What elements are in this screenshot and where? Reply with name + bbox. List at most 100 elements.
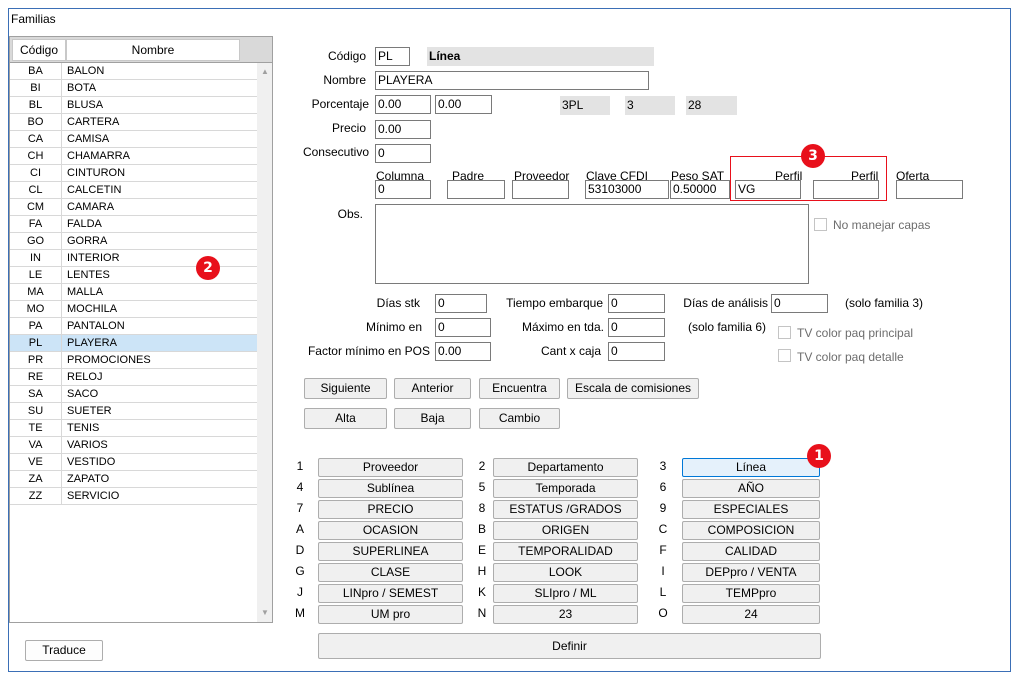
family-button[interactable]: ESPECIALES [682,500,820,519]
clave-cfdi-field[interactable]: 53103000 [585,180,669,199]
family-button[interactable]: ESTATUS /GRADOS [493,500,638,519]
table-row[interactable]: LE LENTES [10,267,257,284]
grid-header: Código Nombre [10,37,272,63]
row-name: BOTA [67,82,97,94]
table-row[interactable]: ZA ZAPATO [10,471,257,488]
family-button[interactable]: SLIpro / ML [493,584,638,603]
row-name: PANTALON [67,320,125,332]
baja-button[interactable]: Baja [394,408,471,429]
table-row[interactable]: BA BALON [10,63,257,80]
grid-scrollbar[interactable]: ▲ ▼ [257,63,272,622]
table-row[interactable]: MA MALLA [10,284,257,301]
tv-color-principal-label: TV color paq principal [797,326,914,340]
tv-color-detalle-checkbox[interactable] [778,349,791,362]
family-button[interactable]: COMPOSICION [682,521,820,540]
porcentaje-field-2[interactable]: 0.00 [435,95,492,114]
porcentaje-field-1[interactable]: 0.00 [375,95,431,114]
row-code: GO [10,233,62,250]
table-row[interactable]: VE VESTIDO [10,454,257,471]
family-button[interactable]: 23 [493,605,638,624]
table-row[interactable]: IN INTERIOR [10,250,257,267]
table-row[interactable]: PR PROMOCIONES [10,352,257,369]
table-row[interactable]: TE TENIS [10,420,257,437]
precio-field[interactable]: 0.00 [375,120,431,139]
oferta-field[interactable] [896,180,963,199]
no-manejar-capas-checkbox[interactable] [814,218,827,231]
table-row[interactable]: SA SACO [10,386,257,403]
table-row[interactable]: BO CARTERA [10,114,257,131]
consecutivo-label: Consecutivo [302,145,369,159]
table-row[interactable]: FA FALDA [10,216,257,233]
family-key: J [297,585,303,599]
families-grid[interactable]: Código Nombre BA BALON BI BOTA BL BLUSA BO CART… [9,36,273,623]
maximo-tda-field[interactable]: 0 [608,318,665,337]
table-row[interactable]: BL BLUSA [10,97,257,114]
family-key: C [658,522,668,536]
codigo-description: Línea [427,47,654,66]
table-row[interactable]: GO GORRA [10,233,257,250]
table-row[interactable]: ZZ SERVICIO [10,488,257,505]
table-row[interactable]: CL CALCETIN [10,182,257,199]
table-row[interactable]: CI CINTURON [10,165,257,182]
family-button[interactable]: PRECIO [318,500,463,519]
family-button[interactable]: ORIGEN [493,521,638,540]
proveedor-field[interactable] [512,180,569,199]
minimo-en-field[interactable]: 0 [435,318,491,337]
family-button[interactable]: Proveedor [318,458,463,477]
cant-caja-field[interactable]: 0 [608,342,665,361]
column-header-nombre[interactable]: Nombre [66,39,240,61]
family-button[interactable]: 24 [682,605,820,624]
family-button[interactable]: DEPpro / VENTA [682,563,820,582]
cambio-button[interactable]: Cambio [479,408,560,429]
table-row[interactable]: CA CAMISA [10,131,257,148]
obs-textarea[interactable] [375,204,809,284]
table-row[interactable]: BI BOTA [10,80,257,97]
family-key: G [295,564,305,578]
family-button[interactable]: Departamento [493,458,638,477]
table-row[interactable]: PL PLAYERA [10,335,257,352]
traduce-button[interactable]: Traduce [25,640,103,661]
family-button[interactable]: TEMPpro [682,584,820,603]
padre-field[interactable] [447,180,505,199]
definir-button[interactable]: Definir [318,633,821,659]
family-button[interactable]: Sublínea [318,479,463,498]
alta-button[interactable]: Alta [304,408,387,429]
family-button[interactable]: AÑO [682,479,820,498]
family-button[interactable]: OCASION [318,521,463,540]
table-row[interactable]: MO MOCHILA [10,301,257,318]
factor-minimo-field[interactable]: 0.00 [435,342,491,361]
table-row[interactable]: VA VARIOS [10,437,257,454]
nombre-field[interactable]: PLAYERA [375,71,649,90]
anterior-button[interactable]: Anterior [394,378,471,399]
siguiente-button[interactable]: Siguiente [304,378,387,399]
escala-comisiones-button[interactable]: Escala de comisiones [567,378,699,399]
tv-color-principal-checkbox[interactable] [778,326,791,339]
family-button[interactable]: SUPERLINEA [318,542,463,561]
family-button[interactable]: LOOK [493,563,638,582]
consecutivo-field[interactable]: 0 [375,144,431,163]
family-button[interactable]: TEMPORALIDAD [493,542,638,561]
tiempo-embarque-field[interactable]: 0 [608,294,665,313]
perfil-2-field[interactable] [813,180,879,199]
column-header-codigo[interactable]: Código [12,39,66,61]
table-row[interactable]: RE RELOJ [10,369,257,386]
dias-analisis-field[interactable]: 0 [771,294,828,313]
table-row[interactable]: CM CAMARA [10,199,257,216]
codigo-field[interactable]: PL [375,47,410,66]
scroll-up-icon[interactable]: ▲ [261,67,269,76]
family-button[interactable]: Temporada [493,479,638,498]
table-row[interactable]: PA PANTALON [10,318,257,335]
family-button[interactable]: CALIDAD [682,542,820,561]
family-button[interactable]: Línea [682,458,820,477]
encuentra-button[interactable]: Encuentra [479,378,560,399]
perfil-1-field[interactable]: VG [735,180,801,199]
dias-stk-field[interactable]: 0 [435,294,487,313]
family-button[interactable]: LINpro / SEMEST [318,584,463,603]
peso-sat-field[interactable]: 0.50000 [670,180,730,199]
scroll-down-icon[interactable]: ▼ [261,608,269,617]
columna-field[interactable]: 0 [375,180,431,199]
family-button[interactable]: CLASE [318,563,463,582]
table-row[interactable]: SU SUETER [10,403,257,420]
family-button[interactable]: UM pro [318,605,463,624]
table-row[interactable]: CH CHAMARRA [10,148,257,165]
